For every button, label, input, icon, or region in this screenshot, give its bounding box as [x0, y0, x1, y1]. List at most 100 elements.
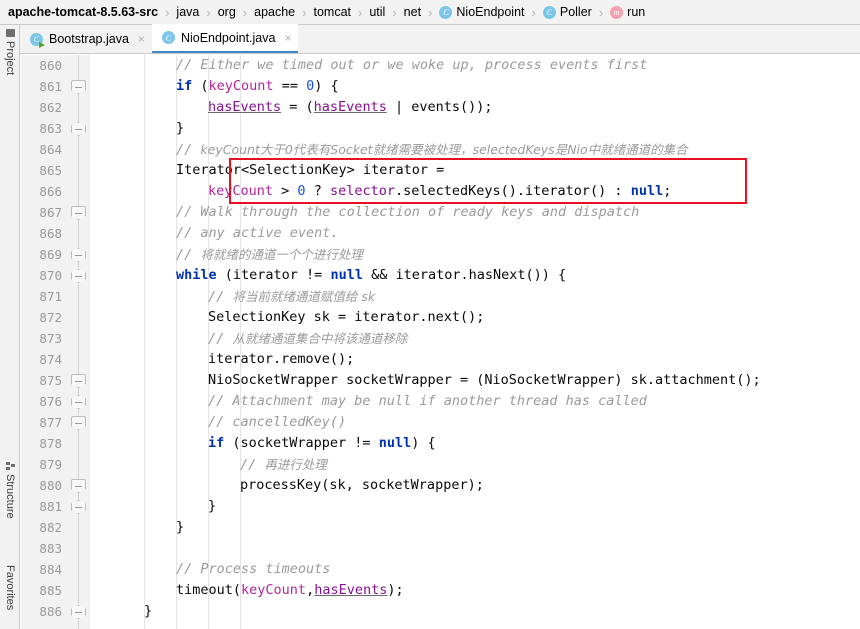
line-number[interactable]: 874 — [21, 349, 62, 370]
tool-window-rail: Project Structure Favorites — [0, 25, 20, 629]
code-line[interactable]: // keyCount大于0代表有Socket就绪需要被处理，selectedK… — [176, 139, 688, 160]
line-number[interactable]: 873 — [21, 328, 62, 349]
fold-marker[interactable] — [71, 395, 86, 409]
breadcrumb-item-apache-tomcat-8-5-63-src[interactable]: apache-tomcat-8.5.63-src — [8, 5, 158, 19]
code-line[interactable]: NioSocketWrapper socketWrapper = (NioSoc… — [208, 370, 761, 391]
line-number[interactable]: 883 — [21, 538, 62, 559]
breadcrumb-separator: › — [392, 4, 397, 20]
line-number[interactable]: 878 — [21, 433, 62, 454]
editor-tab-bootstrap-java[interactable]: C Bootstrap.java × — [20, 25, 152, 53]
rail-item-structure[interactable]: Structure — [0, 462, 20, 519]
fold-marker[interactable] — [71, 479, 86, 493]
fold-marker[interactable] — [71, 269, 86, 283]
code-line[interactable]: if (socketWrapper != null) { — [208, 433, 436, 454]
line-number[interactable]: 871 — [21, 286, 62, 307]
code-line[interactable]: timeout(keyCount,hasEvents); — [176, 580, 404, 601]
runnable-class-icon: C — [30, 32, 45, 48]
rail-item-project[interactable]: Project — [0, 29, 20, 75]
rail-item-favorites-label: Favorites — [4, 565, 16, 611]
breadcrumb-item-run[interactable]: m run — [610, 5, 645, 19]
line-number[interactable]: 864 — [21, 139, 62, 160]
line-number[interactable]: 865 — [21, 160, 62, 181]
breadcrumb-item-label: net — [403, 5, 422, 19]
code-line[interactable]: // Walk through the collection of ready … — [176, 202, 639, 223]
breadcrumb-item-label: Poller — [559, 5, 592, 19]
class-icon: C — [439, 5, 453, 19]
line-number[interactable]: 876 — [21, 391, 62, 412]
code-line[interactable]: } — [208, 496, 216, 517]
breadcrumb-separator: › — [598, 4, 604, 20]
line-number[interactable]: 862 — [21, 97, 62, 118]
breadcrumb-item-org[interactable]: org — [218, 5, 236, 19]
breadcrumb-item-label: util — [369, 5, 386, 19]
code-line[interactable]: while (iterator != null && iterator.hasN… — [176, 265, 566, 286]
code-line[interactable]: // 将就绪的通道一个个进行处理 — [176, 244, 363, 265]
line-number[interactable]: 875 — [21, 370, 62, 391]
code-line[interactable]: // Process timeouts — [176, 559, 330, 580]
code-line[interactable]: // 再进行处理 — [240, 454, 327, 475]
fold-spine — [78, 55, 79, 629]
code-line[interactable]: } — [176, 517, 184, 538]
code-line[interactable]: // 从就绪通道集合中将该通道移除 — [208, 328, 407, 349]
line-number[interactable]: 885 — [21, 580, 62, 601]
line-number[interactable]: 881 — [21, 496, 62, 517]
code-line[interactable]: } — [144, 601, 152, 622]
fold-marker[interactable] — [71, 248, 86, 262]
code-line[interactable]: if (keyCount == 0) { — [176, 76, 339, 97]
fold-marker[interactable] — [71, 500, 86, 514]
editor-tab-nioendpoint-java[interactable]: C NioEndpoint.java × — [151, 24, 299, 53]
fold-marker[interactable] — [71, 80, 86, 94]
close-icon[interactable]: × — [138, 33, 145, 45]
line-number[interactable]: 861 — [21, 76, 62, 97]
line-number[interactable]: 868 — [21, 223, 62, 244]
editor-tab-label: Bootstrap.java — [49, 32, 129, 46]
line-number[interactable]: 884 — [21, 559, 62, 580]
fold-marker[interactable] — [71, 416, 86, 430]
line-number[interactable]: 880 — [21, 475, 62, 496]
close-icon[interactable]: × — [284, 32, 291, 44]
line-number[interactable]: 863 — [21, 118, 62, 139]
code-text-area[interactable]: // Either we timed out or we woke up, pr… — [90, 55, 860, 629]
code-line[interactable]: hasEvents = (hasEvents | events()); — [208, 97, 493, 118]
line-number[interactable]: 867 — [21, 202, 62, 223]
code-line[interactable]: } — [176, 118, 184, 139]
line-number[interactable]: 877 — [21, 412, 62, 433]
breadcrumb-item-apache[interactable]: apache — [254, 5, 295, 19]
rail-item-favorites[interactable]: Favorites — [0, 565, 20, 610]
code-line[interactable]: processKey(sk, socketWrapper); — [240, 475, 484, 496]
code-line[interactable]: // Attachment may be null if another thr… — [208, 391, 647, 412]
code-line[interactable]: SelectionKey sk = iterator.next(); — [208, 307, 484, 328]
code-line[interactable]: // any active event. — [176, 223, 339, 244]
line-number[interactable]: 882 — [21, 517, 62, 538]
breadcrumb-item-label: apache — [254, 5, 296, 19]
breadcrumb-item-util[interactable]: util — [369, 5, 385, 19]
fold-marker[interactable] — [71, 374, 86, 388]
code-line[interactable]: // Either we timed out or we woke up, pr… — [176, 55, 647, 76]
code-editor[interactable]: 860 861 862 863 864 865 866 867 868 869 870 871 872 8… — [21, 55, 860, 629]
ide-window: apache-tomcat-8.5.63-src › java › org › apache… — [0, 0, 860, 629]
breadcrumb: apache-tomcat-8.5.63-src › java › org › apache… — [0, 0, 860, 25]
line-number[interactable]: 869 — [21, 244, 62, 265]
line-number[interactable]: 886 — [21, 601, 62, 622]
breadcrumb-item-java[interactable]: java — [176, 5, 199, 19]
breadcrumb-item-net[interactable]: net — [404, 5, 421, 19]
fold-marker[interactable] — [71, 605, 86, 619]
breadcrumb-item-poller[interactable]: C Poller — [542, 5, 592, 19]
breadcrumb-item-nioendpoint[interactable]: C NioEndpoint — [439, 5, 525, 19]
code-line[interactable]: Iterator<SelectionKey> iterator = — [176, 160, 444, 181]
fold-marker[interactable] — [71, 206, 86, 220]
project-icon — [5, 29, 15, 37]
line-number[interactable]: 872 — [21, 307, 62, 328]
line-number[interactable]: 879 — [21, 454, 62, 475]
code-folding-gutter[interactable] — [68, 55, 90, 629]
code-line[interactable]: iterator.remove(); — [208, 349, 354, 370]
code-line[interactable]: // 将当前就绪通道赋值给 sk — [208, 286, 375, 307]
breadcrumb-item-tomcat[interactable]: tomcat — [313, 5, 351, 19]
fold-marker[interactable] — [71, 122, 86, 136]
code-line[interactable]: keyCount > 0 ? selector.selectedKeys().i… — [208, 181, 671, 202]
line-number[interactable]: 870 — [21, 265, 62, 286]
line-number[interactable]: 860 — [21, 55, 62, 76]
code-line[interactable]: // cancelledKey() — [208, 412, 346, 433]
rail-item-project-label: Project — [4, 41, 16, 76]
line-number[interactable]: 866 — [21, 181, 62, 202]
